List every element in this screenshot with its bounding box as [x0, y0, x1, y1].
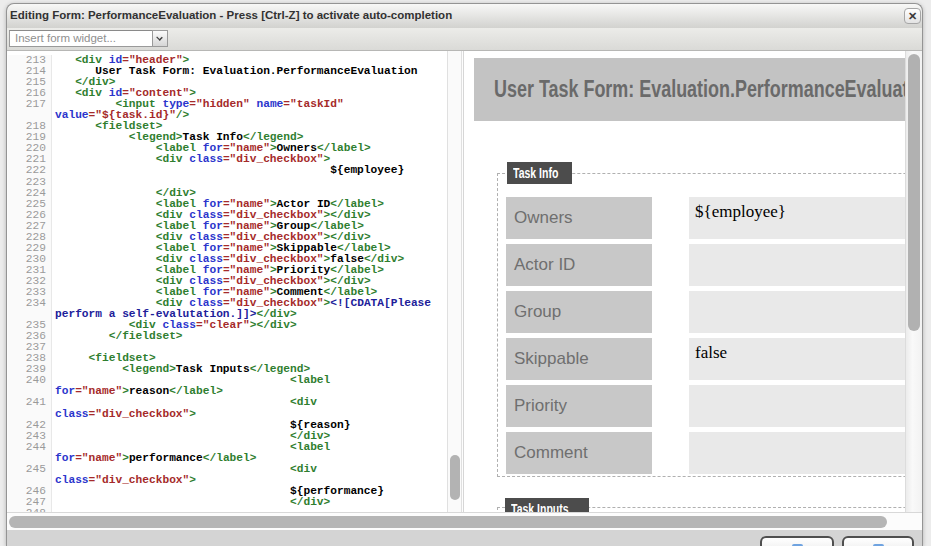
code-token: />: [176, 109, 189, 121]
dialog-titlebar: Editing Form: PerformanceEvaluation - Pr…: [7, 4, 922, 29]
code-line[interactable]: 234 <div class="div_checkbox"><![CDATA[P…: [8, 298, 461, 320]
field-label-text: Group: [514, 302, 561, 322]
code-token: ></div>: [250, 319, 297, 331]
field-value-group: [689, 291, 905, 333]
dialog-content: 213 <div id="header">214 User Task Form:…: [7, 51, 923, 530]
form-editor-dialog: Editing Form: PerformanceEvaluation - Pr…: [6, 3, 923, 546]
line-number: 244: [8, 442, 52, 464]
code-token: <div: [290, 463, 324, 475]
line-number: 241: [8, 397, 52, 419]
horizontal-scrollbar-thumb[interactable]: [9, 516, 887, 528]
code-line[interactable]: 241 <div class="div_checkbox">: [8, 397, 461, 419]
form-preview-pane: User Task Form: Evaluation.PerformanceEv…: [463, 51, 905, 512]
line-number: 243: [8, 431, 52, 442]
legend-task-inputs: Task Inputs: [505, 498, 589, 512]
editor-toolbar: Insert form widget...: [7, 28, 922, 51]
dialog-title: Editing Form: PerformanceEvaluation - Pr…: [10, 9, 452, 21]
field-label-group: Group: [506, 291, 652, 333]
code-token: ="taskId": [283, 98, 343, 110]
code-line-text: <label for="name">reason</label>: [55, 375, 439, 397]
line-number: 222: [8, 165, 52, 176]
line-number: 217: [8, 99, 52, 121]
save-button[interactable]: Save: [760, 536, 834, 546]
code-token: <label: [290, 374, 337, 386]
code-token: ="clear": [196, 319, 250, 331]
code-token: [55, 164, 330, 176]
code-token: </fieldset>: [109, 330, 183, 342]
code-line-text: </fieldset>: [55, 331, 439, 342]
code-token: <div: [290, 396, 324, 408]
code-line-text: <label for="name">performance</label>: [55, 442, 439, 464]
close-button[interactable]: ✕: [904, 8, 921, 24]
editor-vertical-scrollbar-thumb[interactable]: [450, 455, 460, 500]
dialog-footer: Save Cancel: [7, 530, 923, 546]
code-token: <label: [290, 441, 337, 453]
task-info-rows: Owners ${employee} Actor ID Group Skippable f…: [464, 51, 905, 512]
field-label-text: Actor ID: [514, 255, 575, 275]
code-line[interactable]: 240 <label for="name">reason</label>: [8, 375, 461, 397]
field-value-comment: [689, 432, 905, 474]
line-number: 245: [8, 464, 52, 486]
code-line[interactable]: 244 <label for="name">performance</label…: [8, 442, 461, 464]
field-label-text: Priority: [514, 396, 567, 416]
line-number: 225: [8, 199, 52, 210]
field-label-text: Comment: [514, 443, 588, 463]
code-line[interactable]: 236 </fieldset>: [8, 331, 461, 342]
code-line[interactable]: 245 <div class="div_checkbox">: [8, 464, 461, 486]
preview-vertical-scrollbar-thumb[interactable]: [908, 54, 920, 331]
line-number: 240: [8, 375, 52, 397]
line-number: 224: [8, 188, 52, 199]
legend-task-inputs-label: Task Inputs: [511, 498, 569, 512]
code-line-text: <input type="hidden" name="taskId" value…: [55, 99, 439, 121]
editor-vertical-scrollbar[interactable]: [447, 51, 462, 512]
field-label-owners: Owners: [506, 197, 652, 239]
code-line-text: <div class="div_checkbox"><![CDATA[Pleas…: [55, 298, 439, 320]
code-line-text: <div class="div_checkbox">: [55, 464, 439, 486]
horizontal-scrollbar[interactable]: [7, 512, 923, 530]
line-number: 223: [8, 177, 52, 188]
code-line-text: <div class="div_checkbox">: [55, 397, 439, 419]
code-token: name: [256, 98, 283, 110]
code-token: ${employee}: [330, 164, 404, 176]
code-line[interactable]: 247 </div>: [8, 497, 461, 508]
field-label-comment: Comment: [506, 432, 652, 474]
insert-widget-dropdown-button[interactable]: [152, 30, 168, 47]
field-value-actor-id: [689, 244, 905, 286]
code-lines: 213 <div id="header">214 User Task Form:…: [8, 55, 461, 512]
field-value-owners: ${employee}: [689, 197, 905, 239]
code-line-text: </div>: [55, 497, 439, 508]
insert-widget-dropdown[interactable]: Insert form widget...: [9, 30, 153, 47]
code-line[interactable]: 217 <input type="hidden" name="taskId" v…: [8, 99, 461, 121]
field-label-text: Skippable: [514, 349, 589, 369]
close-icon: ✕: [908, 10, 917, 22]
code-token: </div>: [290, 496, 330, 508]
page: Editing Form: PerformanceEvaluation - Pr…: [0, 0, 931, 546]
insert-widget-dropdown-value: Insert form widget...: [15, 32, 116, 44]
form-preview-content: User Task Form: Evaluation.PerformanceEv…: [464, 51, 905, 512]
line-number: 234: [8, 298, 52, 320]
field-value-priority: [689, 385, 905, 427]
field-label-actor-id: Actor ID: [506, 244, 652, 286]
code-line-text: ${employee}: [55, 165, 439, 176]
code-editor[interactable]: 213 <div id="header">214 User Task Form:…: [8, 51, 461, 512]
code-token: [55, 330, 109, 342]
preview-vertical-scrollbar[interactable]: [905, 51, 922, 512]
code-token: ="hidden": [189, 98, 249, 110]
field-label-skippable: Skippable: [506, 338, 652, 380]
code-token: User Task Form: Evaluation.PerformanceEv…: [95, 65, 417, 77]
field-label-priority: Priority: [506, 385, 652, 427]
chevron-down-icon: [156, 34, 163, 41]
line-number: 242: [8, 420, 52, 431]
field-value-skippable: false: [689, 338, 905, 380]
cancel-button[interactable]: Cancel: [842, 536, 914, 546]
code-token: [55, 496, 290, 508]
code-line[interactable]: 222 ${employee}: [8, 165, 461, 176]
field-label-text: Owners: [514, 208, 573, 228]
code-token: [344, 98, 351, 110]
